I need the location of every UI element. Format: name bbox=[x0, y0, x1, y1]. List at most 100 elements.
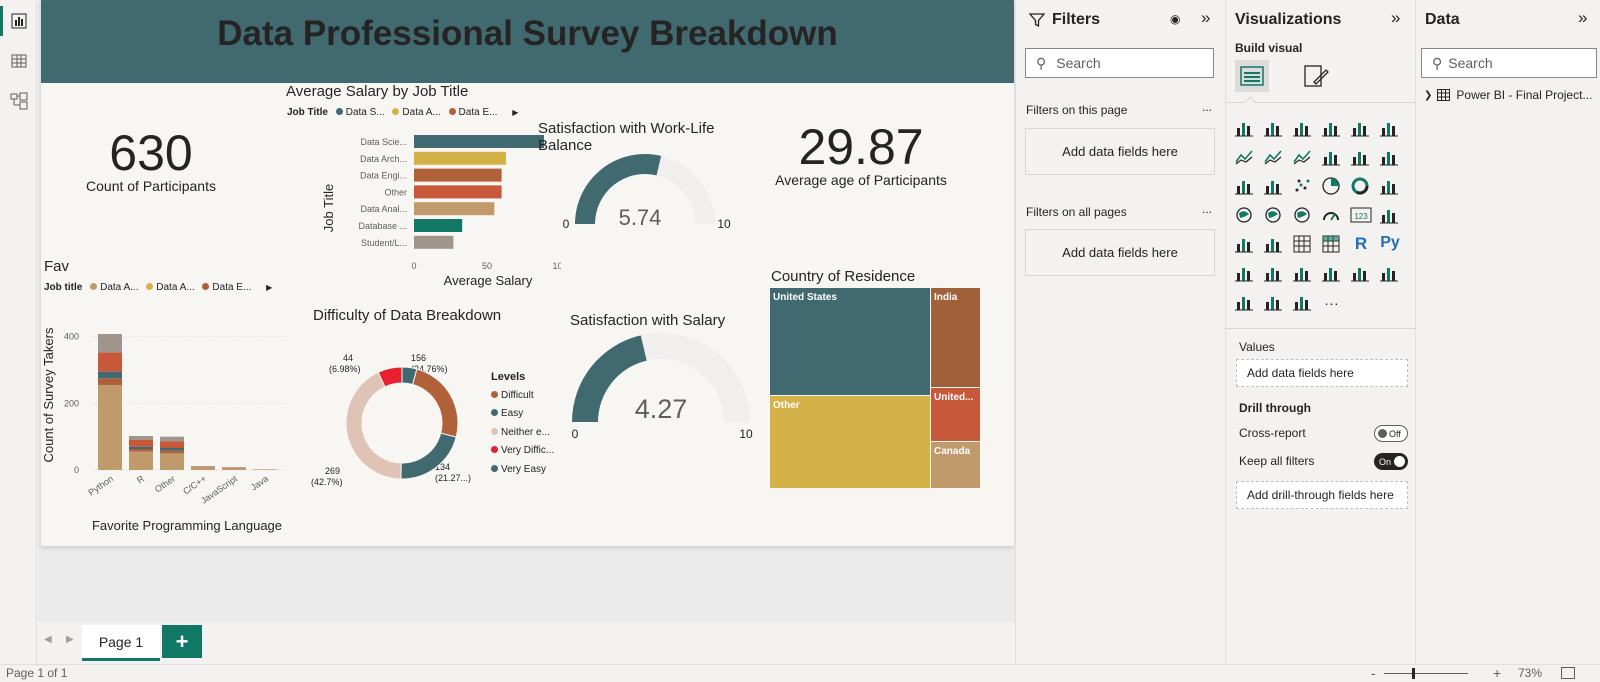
model-view-icon[interactable] bbox=[6, 88, 32, 114]
power-automate-icon[interactable] bbox=[1263, 292, 1285, 314]
qa-icon[interactable] bbox=[1292, 263, 1314, 285]
fav-bar-segment[interactable] bbox=[98, 352, 122, 372]
goals-icon[interactable] bbox=[1350, 263, 1372, 285]
legend-next-icon[interactable]: ▶ bbox=[266, 283, 272, 292]
filters-search-input[interactable]: ⚲ Search bbox=[1025, 48, 1214, 78]
salary-bar[interactable] bbox=[414, 135, 544, 148]
kpi-icon[interactable] bbox=[1234, 234, 1256, 256]
add-page-button[interactable]: + bbox=[162, 625, 202, 658]
cross-report-toggle[interactable]: Off bbox=[1374, 425, 1408, 442]
build-visual-tab[interactable] bbox=[1235, 60, 1269, 92]
salary-satisfaction-gauge[interactable]: Satisfaction with Salary 4.27 0 10 bbox=[566, 310, 766, 445]
tab-page-1[interactable]: Page 1 bbox=[82, 625, 160, 661]
table-icon[interactable] bbox=[1292, 234, 1314, 256]
salary-bar[interactable] bbox=[414, 235, 454, 249]
prev-page-icon[interactable]: ◀ bbox=[44, 634, 52, 645]
area-chart-icon[interactable] bbox=[1263, 147, 1285, 169]
gauge-icon[interactable] bbox=[1321, 205, 1343, 227]
100-bar-icon[interactable] bbox=[1350, 118, 1372, 140]
salary-by-job-chart[interactable]: Average Salary by Job Title Job Title Da… bbox=[281, 83, 561, 293]
data-search-input[interactable]: ⚲ Search bbox=[1421, 48, 1597, 78]
card-icon[interactable]: 123 bbox=[1350, 205, 1372, 227]
zoom-in-button[interactable]: + bbox=[1493, 665, 1501, 681]
collapse-viz-icon[interactable]: » bbox=[1391, 8, 1400, 28]
worklife-gauge[interactable]: Satisfaction with Work-Life Balance 5.74… bbox=[536, 118, 736, 238]
fav-bar-segment[interactable] bbox=[191, 467, 215, 470]
fav-bar-segment[interactable] bbox=[98, 371, 122, 379]
line-chart-icon[interactable] bbox=[1234, 147, 1256, 169]
country-treemap[interactable]: Country of Residence United States India… bbox=[769, 266, 981, 490]
fav-bar-segment[interactable] bbox=[129, 436, 153, 440]
kpi-participants-card[interactable]: 630 Count of Participants bbox=[71, 124, 231, 194]
eye-icon[interactable]: ◉ bbox=[1170, 12, 1180, 26]
more-visuals-icon[interactable]: ... bbox=[1321, 292, 1343, 314]
report-view-icon[interactable] bbox=[6, 8, 32, 34]
fit-page-icon[interactable] bbox=[1561, 667, 1575, 679]
chevron-right-icon[interactable]: ❯ bbox=[1424, 90, 1432, 101]
stacked-bar-icon[interactable] bbox=[1234, 118, 1256, 140]
filters-all-pages-drop[interactable]: Add data fields here bbox=[1025, 229, 1215, 276]
line-clustered-icon[interactable] bbox=[1350, 147, 1372, 169]
collapse-filters-icon[interactable]: » bbox=[1201, 8, 1210, 28]
drill-through-drop[interactable]: Add drill-through fields here bbox=[1236, 481, 1408, 509]
filters-all-pages-more[interactable]: ... bbox=[1202, 202, 1212, 216]
treemap-cell-united[interactable]: United... bbox=[931, 388, 980, 441]
legend-next-icon[interactable]: ▶ bbox=[512, 108, 518, 117]
decomposition-tree-icon[interactable] bbox=[1263, 263, 1285, 285]
filters-this-page-drop[interactable]: Add data fields here bbox=[1025, 128, 1215, 175]
fav-bar-segment[interactable] bbox=[129, 440, 153, 447]
map-icon[interactable] bbox=[1234, 205, 1256, 227]
data-table-item[interactable]: ❯ Power BI - Final Project... bbox=[1424, 88, 1592, 102]
narrative-icon[interactable] bbox=[1321, 263, 1343, 285]
pie-chart-icon[interactable] bbox=[1321, 176, 1343, 198]
difficulty-donut-chart[interactable]: Difficulty of Data Breakdown 156 (24.76%… bbox=[303, 305, 563, 505]
fav-bar-segment[interactable] bbox=[160, 450, 184, 454]
scatter-icon[interactable] bbox=[1292, 176, 1314, 198]
salary-bar[interactable] bbox=[414, 151, 506, 165]
python-visual-icon[interactable]: Py bbox=[1379, 234, 1401, 256]
paginated-report-icon[interactable] bbox=[1379, 263, 1401, 285]
kpi-age-card[interactable]: 29.87 Average age of Participants bbox=[756, 118, 966, 188]
donut-slice[interactable] bbox=[412, 368, 459, 438]
fav-bar-segment[interactable] bbox=[160, 441, 184, 448]
salary-bar[interactable] bbox=[414, 219, 463, 232]
power-apps-icon[interactable] bbox=[1234, 292, 1256, 314]
shape-map-icon[interactable] bbox=[1292, 205, 1314, 227]
zoom-slider[interactable] bbox=[1384, 673, 1468, 674]
table-view-icon[interactable] bbox=[6, 48, 32, 74]
funnel-icon[interactable] bbox=[1263, 176, 1285, 198]
zoom-out-button[interactable]: - bbox=[1371, 665, 1376, 681]
waterfall-icon[interactable] bbox=[1234, 176, 1256, 198]
fav-bar-segment[interactable] bbox=[253, 469, 277, 470]
stacked-column-icon[interactable] bbox=[1263, 118, 1285, 140]
fav-bar-segment[interactable] bbox=[129, 451, 153, 470]
donut-chart-icon[interactable] bbox=[1350, 176, 1372, 198]
fav-bar-segment[interactable] bbox=[98, 334, 122, 353]
fav-bar-segment[interactable] bbox=[160, 453, 184, 470]
treemap-cell-other[interactable]: Other bbox=[770, 396, 930, 488]
salary-bar[interactable] bbox=[414, 168, 502, 182]
values-drop[interactable]: Add data fields here bbox=[1236, 359, 1408, 387]
next-page-icon[interactable]: ▶ bbox=[66, 634, 74, 645]
fav-bar-segment[interactable] bbox=[160, 448, 184, 451]
key-influencers-icon[interactable] bbox=[1234, 263, 1256, 285]
line-column-icon[interactable] bbox=[1321, 147, 1343, 169]
collapse-data-icon[interactable]: » bbox=[1578, 8, 1587, 28]
donut-slice[interactable] bbox=[345, 371, 402, 480]
ribbon-chart-icon[interactable] bbox=[1379, 147, 1401, 169]
treemap-cell-united-states[interactable]: United States bbox=[770, 288, 930, 395]
arrows-icon[interactable] bbox=[1292, 292, 1314, 314]
clustered-column-icon[interactable] bbox=[1321, 118, 1343, 140]
multi-row-card-icon[interactable] bbox=[1379, 205, 1401, 227]
matrix-icon[interactable] bbox=[1321, 234, 1343, 256]
fav-bar-segment[interactable] bbox=[129, 449, 153, 452]
filters-this-page-more[interactable]: ... bbox=[1202, 100, 1212, 114]
fav-bar-segment[interactable] bbox=[222, 468, 246, 470]
r-visual-icon[interactable]: R bbox=[1350, 234, 1372, 256]
salary-bar[interactable] bbox=[414, 202, 495, 216]
zoom-slider-thumb[interactable] bbox=[1412, 668, 1415, 679]
keep-filters-toggle[interactable]: On bbox=[1374, 453, 1408, 470]
treemap-icon[interactable] bbox=[1379, 176, 1401, 198]
fav-bar-segment[interactable] bbox=[98, 385, 122, 470]
stacked-area-icon[interactable] bbox=[1292, 147, 1314, 169]
